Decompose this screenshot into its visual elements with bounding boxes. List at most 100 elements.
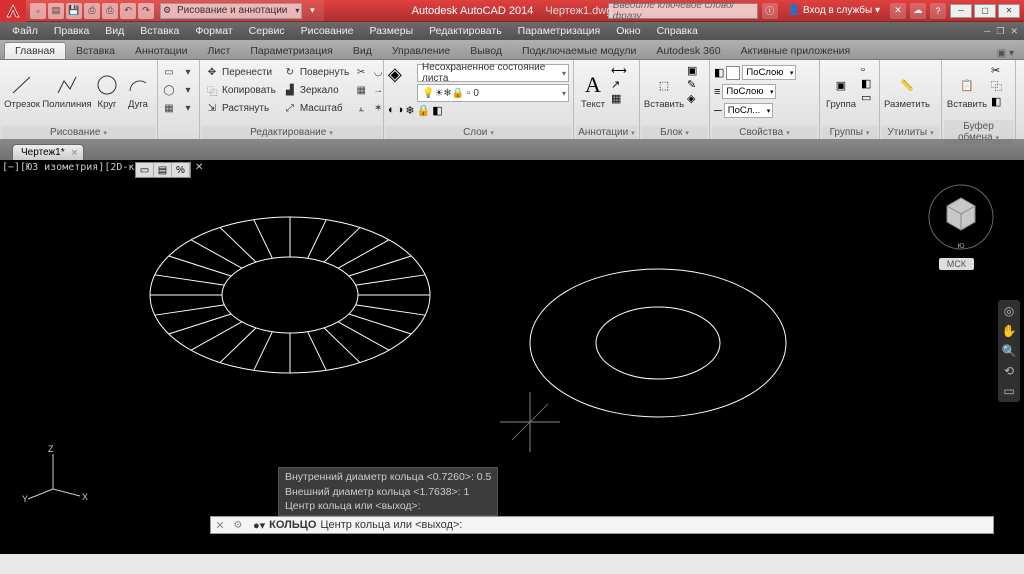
layer-lock-icon[interactable]: 🔒 <box>417 104 431 117</box>
matchp-icon[interactable]: ◧ <box>991 95 1002 108</box>
doc-close-icon[interactable]: ✕ <box>1008 26 1020 37</box>
dd1-icon[interactable]: ▾ <box>179 64 197 81</box>
layer-state-dropdown[interactable]: Несохраненное состояние листа <box>417 64 569 82</box>
viewcube[interactable]: Ю <box>926 182 996 252</box>
redo-icon[interactable]: ↷ <box>138 3 154 19</box>
cmdline-close-icon[interactable]: ✕ <box>211 519 229 532</box>
layer-iso-icon[interactable]: ◐ <box>388 104 395 117</box>
panel-properties-title[interactable]: Свойства <box>712 126 817 139</box>
pan-icon[interactable]: ✋ <box>1002 324 1017 338</box>
trim-icon[interactable]: ✂ <box>353 64 369 81</box>
leader-icon[interactable]: ↗ <box>611 78 627 91</box>
stayconnected-icon[interactable]: ☁ <box>910 3 926 19</box>
tab-a360[interactable]: Autodesk 360 <box>646 43 730 59</box>
undo-icon[interactable]: ↶ <box>120 3 136 19</box>
tab-express[interactable]: Активные приложения <box>731 43 861 59</box>
panel-clipboard-title[interactable]: Буфер обмена <box>944 120 1013 144</box>
layer-freeze-icon[interactable]: ❄ <box>405 104 414 117</box>
menu-help[interactable]: Справка <box>649 22 706 40</box>
group-button[interactable]: ▣ Группа <box>822 62 860 120</box>
paste-button[interactable]: 📋 Вставить <box>944 62 990 120</box>
layer-off-icon[interactable]: ◑ <box>397 104 404 117</box>
menu-modify[interactable]: Редактировать <box>421 22 510 40</box>
saveas-icon[interactable]: ⎙ <box>84 3 100 19</box>
doc-minimize-icon[interactable]: ─ <box>982 26 992 37</box>
menu-window[interactable]: Окно <box>608 22 648 40</box>
cut-icon[interactable]: ✂ <box>991 64 1002 77</box>
help-search-input[interactable]: Введите ключевое слово/фразу <box>608 3 758 19</box>
exchange-icon[interactable]: ✕ <box>890 3 906 19</box>
move-button[interactable]: ✥Перенести <box>202 64 279 81</box>
tab-plugins[interactable]: Подключаемые модули <box>512 43 646 59</box>
scale-button[interactable]: ⤢Масштаб <box>280 100 352 117</box>
offset-icon[interactable]: ⫠ <box>353 100 369 117</box>
menu-file[interactable]: Файл <box>4 22 46 40</box>
showmotion-icon[interactable]: ▭ <box>1003 384 1014 398</box>
lineweight-icon[interactable]: ≡ <box>714 86 720 98</box>
layerprops-icon[interactable]: ◈ <box>388 64 415 92</box>
dd3-icon[interactable]: ▾ <box>179 100 197 117</box>
app-menu-button[interactable] <box>0 0 26 22</box>
menu-view[interactable]: Вид <box>97 22 132 40</box>
tab-manage[interactable]: Управление <box>382 43 460 59</box>
help-icon[interactable]: ? <box>930 3 946 19</box>
menu-format[interactable]: Формат <box>187 22 240 40</box>
save-icon[interactable]: 💾 <box>66 3 82 19</box>
color-swatch[interactable] <box>726 66 740 80</box>
maximize-button[interactable]: ▢ <box>974 4 996 18</box>
tab-layout[interactable]: Лист <box>198 43 241 59</box>
text-button[interactable]: A Текст <box>576 62 610 120</box>
rect-icon[interactable]: ▭ <box>160 64 178 81</box>
layer-dropdown[interactable]: 💡☀❄🔒 ▫ 0 <box>417 84 569 102</box>
panel-utilities-title[interactable]: Утилиты <box>882 126 939 139</box>
arc-button[interactable]: Дуга <box>123 62 153 120</box>
zoom-icon[interactable]: 🔍 <box>1002 344 1017 358</box>
layer-match-icon[interactable]: ◧ <box>432 104 442 117</box>
table-icon[interactable]: ▦ <box>611 92 627 105</box>
rotate-button[interactable]: ↻Повернуть <box>280 64 352 81</box>
panel-draw-title[interactable]: Рисование <box>2 126 155 139</box>
tab-output[interactable]: Вывод <box>460 43 512 59</box>
doc-restore-icon[interactable]: ❐ <box>994 26 1006 37</box>
new-icon[interactable]: ▫ <box>30 3 46 19</box>
tab-view[interactable]: Вид <box>343 43 382 59</box>
steering-wheel-icon[interactable]: ◎ <box>1004 304 1014 318</box>
dd2-icon[interactable]: ▾ <box>179 82 197 99</box>
drawing-area[interactable]: [−][ЮЗ изометрия][2D-каркас] ▭ ▤ % ✕ <box>0 160 1024 554</box>
insert-block-button[interactable]: ⬚ Вставить <box>642 62 686 120</box>
hatch-icon[interactable]: ▦ <box>160 100 178 117</box>
matchprop-icon[interactable]: ◧ <box>714 66 724 79</box>
linetype-dropdown[interactable]: ПоСл... <box>724 103 773 118</box>
infocenter-icon[interactable]: ⓘ <box>762 3 778 19</box>
groupedit-icon[interactable]: ◧ <box>861 77 871 90</box>
menu-draw[interactable]: Рисование <box>293 22 362 40</box>
menu-dimension[interactable]: Размеры <box>362 22 422 40</box>
panel-block-title[interactable]: Блок <box>642 126 707 139</box>
tab-parametric[interactable]: Параметризация <box>240 43 343 59</box>
tab-insert[interactable]: Вставка <box>66 43 125 59</box>
edit-block-icon[interactable]: ✎ <box>687 78 697 91</box>
panel-annotation-title[interactable]: Аннотации <box>576 126 637 139</box>
close-button[interactable]: ✕ <box>998 4 1020 18</box>
mirror-button[interactable]: ▟Зеркало <box>280 82 352 99</box>
plot-icon[interactable]: ⎙ <box>102 3 118 19</box>
attr-block-icon[interactable]: ◈ <box>687 92 697 105</box>
measure-button[interactable]: 📏 Разметить <box>882 62 932 120</box>
workspace-dropdown[interactable]: Рисование и аннотации <box>160 3 302 19</box>
menu-parametric[interactable]: Параметризация <box>510 22 609 40</box>
menu-tools[interactable]: Сервис <box>241 22 293 40</box>
orbit-icon[interactable]: ⟲ <box>1004 364 1014 378</box>
tab-home[interactable]: Главная <box>4 42 66 59</box>
stretch-button[interactable]: ⇲Растянуть <box>202 100 279 117</box>
circle-button[interactable]: Круг <box>92 62 122 120</box>
panel-modify-title[interactable]: Редактирование <box>202 126 381 139</box>
linetype-icon[interactable]: ─ <box>714 105 722 117</box>
command-line[interactable]: ✕ ⚙ ●▾ КОЛЬЦО Центр кольца или <выход>: <box>210 516 994 534</box>
menu-edit[interactable]: Правка <box>46 22 97 40</box>
lineweight-dropdown[interactable]: ПоСлою <box>722 84 776 99</box>
qat-more-icon[interactable]: ▾ <box>304 3 320 19</box>
minimize-button[interactable]: ─ <box>950 4 972 18</box>
line-button[interactable]: Отрезок <box>2 62 42 120</box>
panel-groups-title[interactable]: Группы <box>822 126 877 139</box>
document-tab[interactable]: Чертеж1* <box>12 144 84 160</box>
